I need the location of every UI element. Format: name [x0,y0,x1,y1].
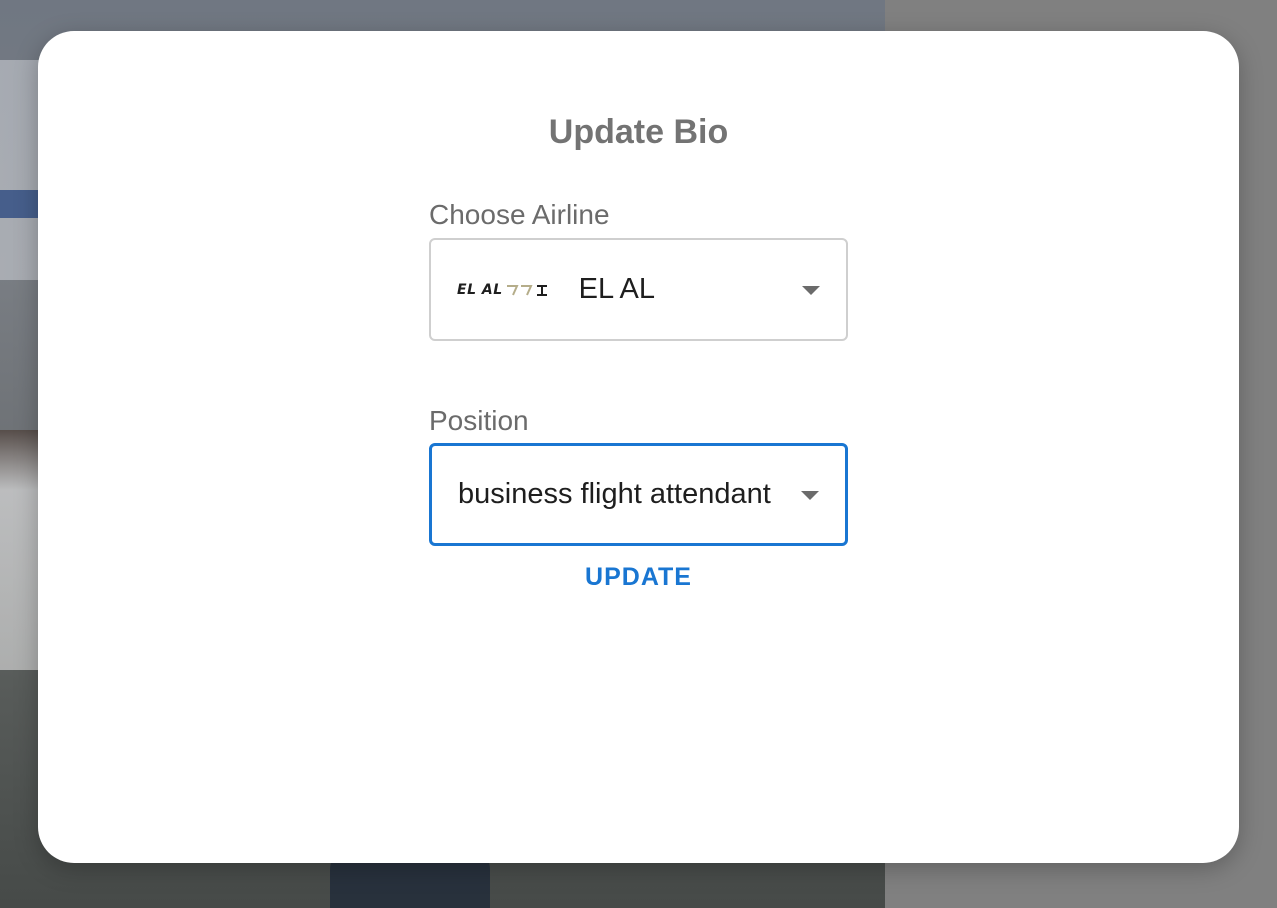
position-select[interactable]: business flight attendant [429,443,848,546]
update-bio-dialog: Update Bio Choose Airline EL AL EL AL Po… [38,31,1239,863]
update-button[interactable]: UPDATE [38,563,1239,592]
airline-logo-text: EL AL [457,281,503,298]
position-selected-value: business flight attendant [458,478,771,510]
chevron-down-icon [801,490,819,500]
chevron-down-icon [802,285,820,295]
airline-selected-value: EL AL [578,273,655,305]
el-al-logo-icon: EL AL [457,275,565,305]
dialog-title: Update Bio [548,113,729,151]
airline-select[interactable]: EL AL EL AL [429,238,848,341]
position-field-label: Position [429,405,529,436]
airline-field-label: Choose Airline [429,199,610,230]
